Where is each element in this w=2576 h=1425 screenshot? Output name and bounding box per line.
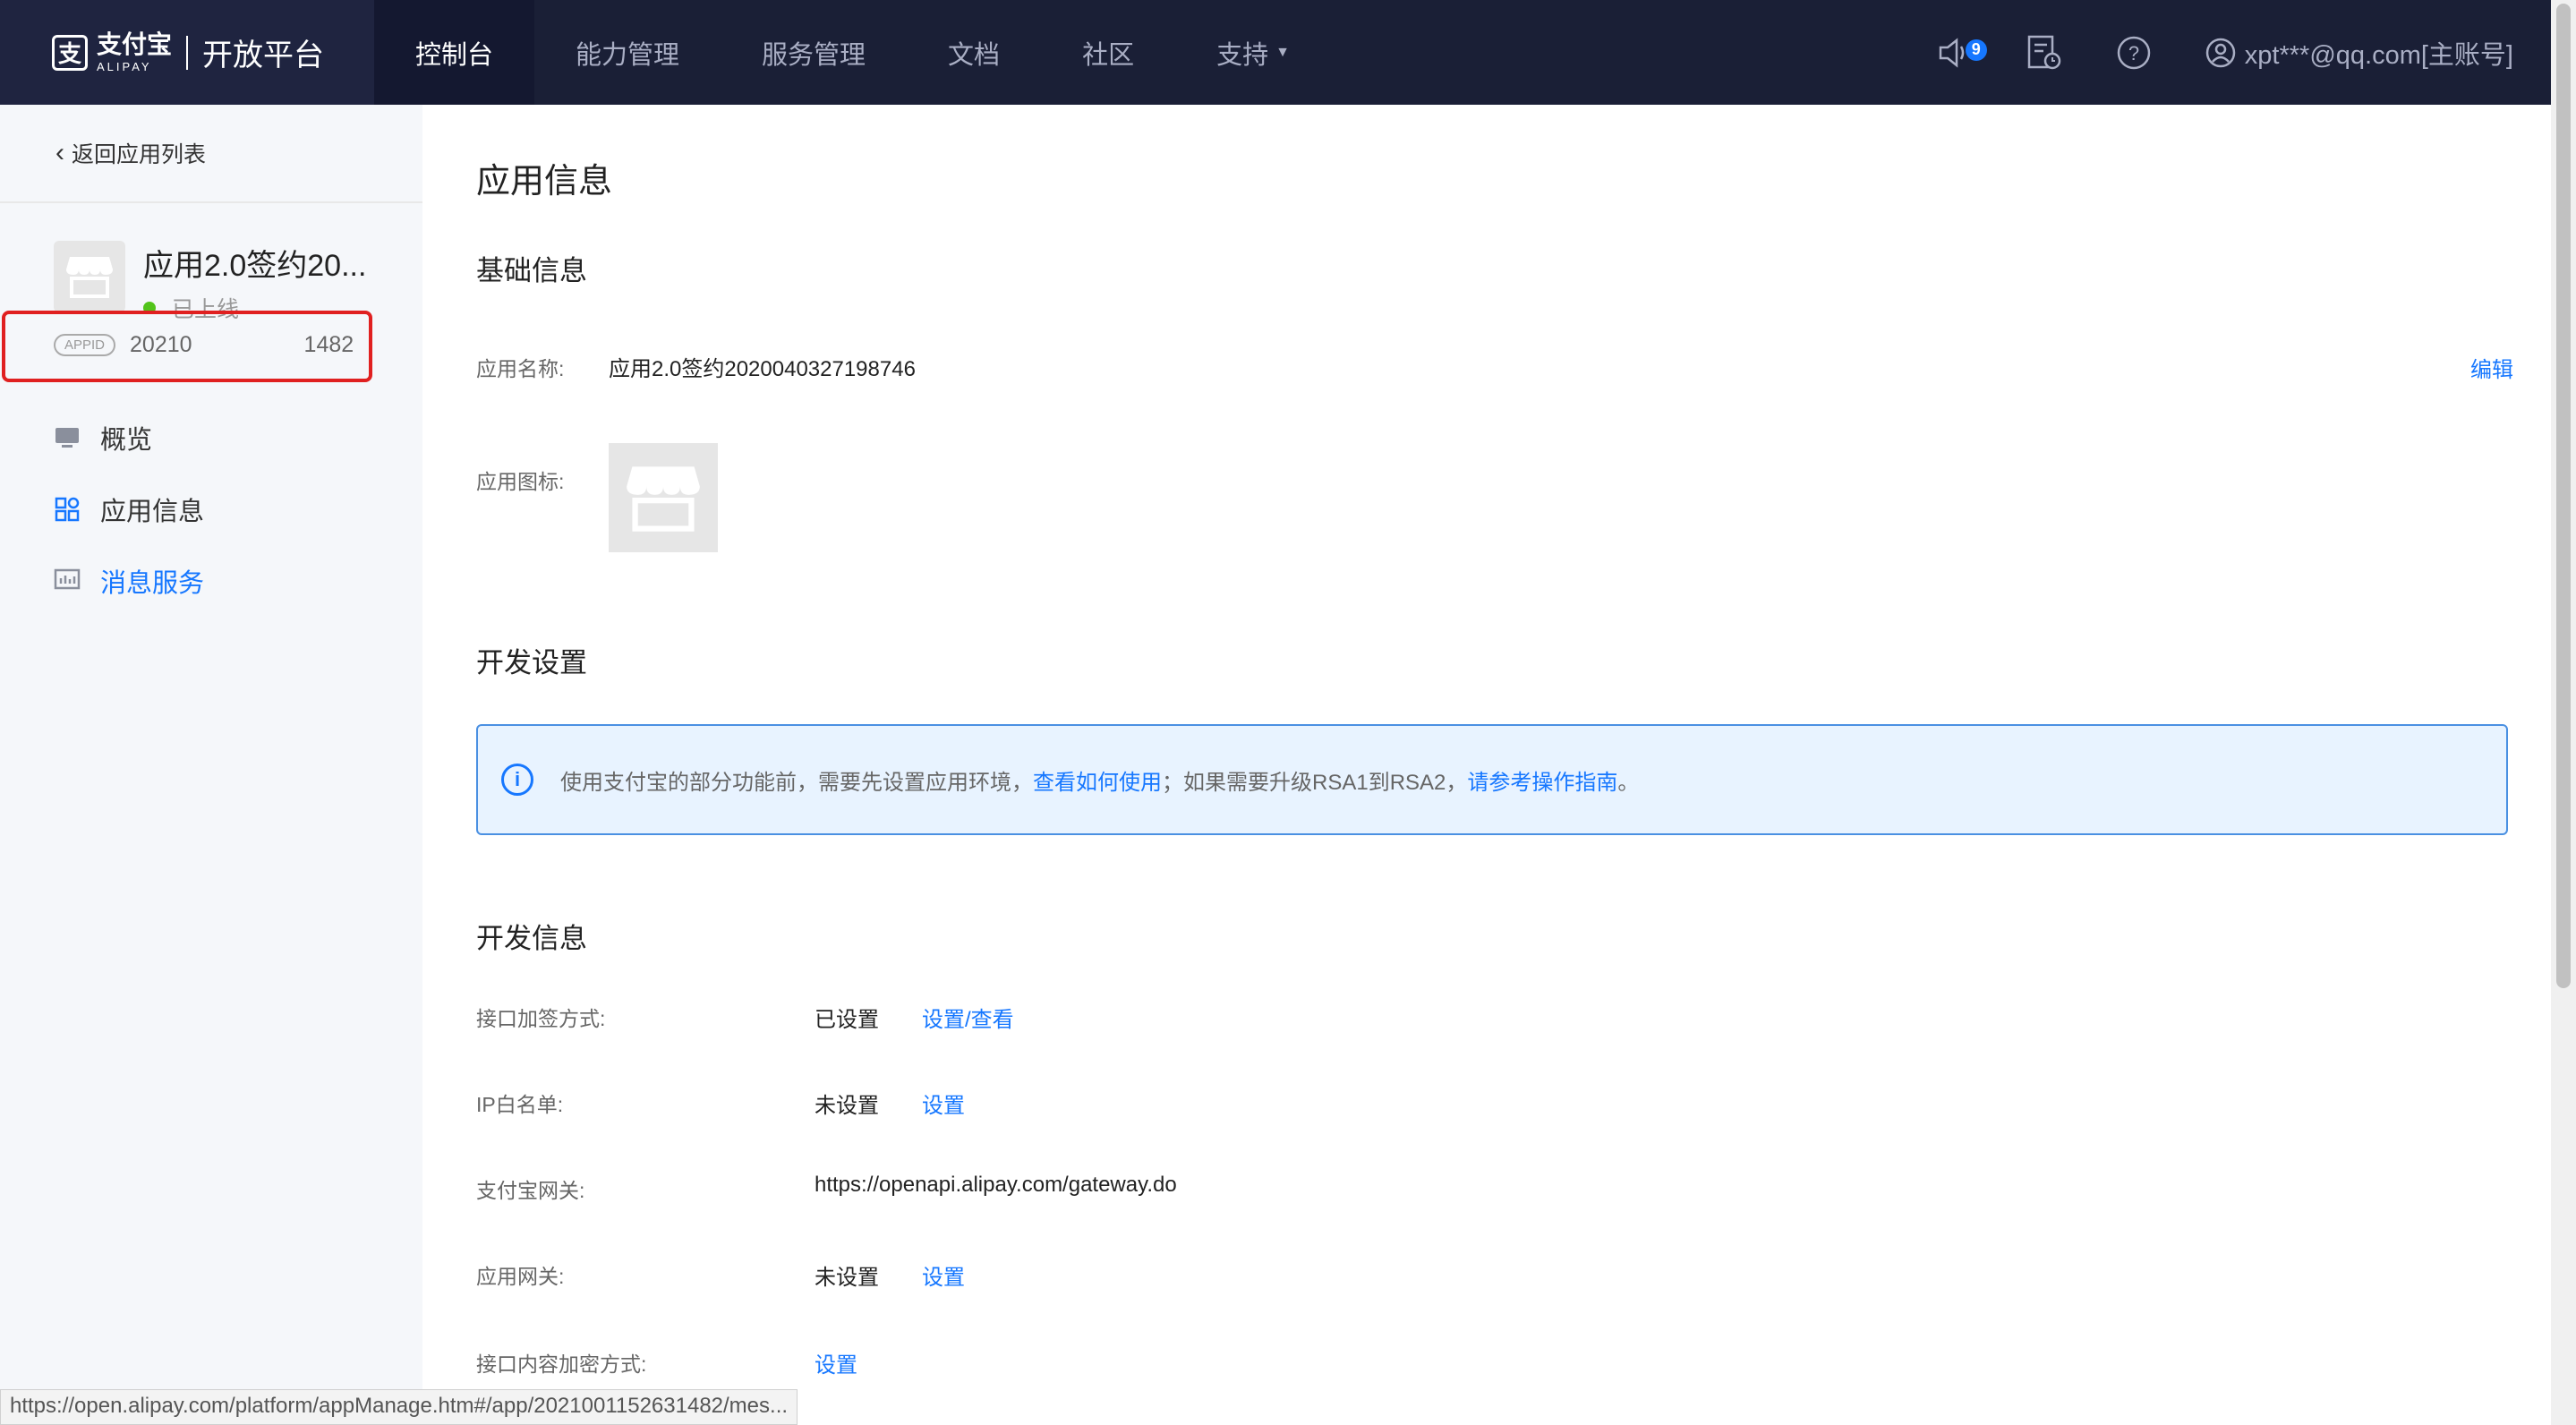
link-status-bar: https://open.alipay.com/platform/appMana… (0, 1389, 798, 1425)
ip-whitelist-set-link[interactable]: 设置 (922, 1088, 965, 1119)
alert-text-1: 使用支付宝的部分功能前，需要先设置应用环境， (560, 770, 1033, 795)
top-nav: 支 支付宝 ALIPAY 开放平台 控制台 能力管理 服务管理 文档 社区 支持… (0, 0, 2551, 105)
ip-whitelist-label: IP白名单: (476, 1093, 564, 1116)
edit-link[interactable]: 编辑 (2470, 352, 2513, 383)
page-title: 应用信息 (476, 163, 613, 201)
main-content: 应用信息 基础信息 应用名称: 应用2.0签约2020040327198746 … (422, 105, 2551, 1425)
info-alert: i 使用支付宝的部分功能前，需要先设置应用环境， 查看如何使用 ；如果需要升级R… (476, 724, 2508, 835)
alert-text-3: 。 (1617, 770, 1640, 795)
alipay-logo-icon: 支 (52, 34, 88, 71)
help-button[interactable]: ? (2116, 35, 2152, 71)
store-icon (54, 241, 125, 312)
help-icon: ? (2117, 36, 2151, 69)
page-scrollbar[interactable] (2551, 0, 2576, 1425)
nav-docs[interactable]: 文档 (907, 0, 1041, 105)
sign-method-set-view-link[interactable]: 设置/查看 (922, 1002, 1014, 1033)
logo-cn-text: 支付宝 (97, 30, 173, 58)
back-to-app-list[interactable]: ‹ 返回应用列表 (0, 105, 422, 203)
alipay-gateway-value: https://openapi.alipay.com/gateway.do (815, 1173, 1177, 1197)
platform-title: 开放平台 (202, 38, 325, 73)
account-label: xpt***@qq.com[主账号] (2244, 40, 2513, 70)
appid-highlight-box (2, 311, 372, 382)
sidebar-item-overview[interactable]: 概览 (0, 402, 422, 474)
sign-method-label: 接口加签方式: (476, 1007, 606, 1030)
nav-community[interactable]: 社区 (1041, 0, 1175, 105)
dev-info-heading: 开发信息 (476, 923, 587, 954)
grid-icon (54, 496, 81, 523)
side-menu: 概览 应用信息 消息服务 (0, 402, 422, 617)
app-name-label: 应用名称: (476, 357, 565, 380)
notification-button[interactable]: 9 (1939, 37, 1987, 68)
app-gateway-value: 未设置 (815, 1266, 879, 1290)
nav-console[interactable]: 控制台 (374, 0, 535, 105)
caret-down-icon: ▼ (1275, 44, 1290, 60)
user-icon (2205, 38, 2236, 67)
nav-capability[interactable]: 能力管理 (534, 0, 721, 105)
info-icon: i (501, 764, 533, 796)
app-gateway-set-link[interactable]: 设置 (922, 1259, 965, 1291)
app-card: 应用2.0签约20... 已上线 (0, 203, 422, 324)
operation-guide-link[interactable]: 请参考操作指南 (1467, 764, 1617, 796)
app-icon-label: 应用图标: (476, 470, 565, 493)
chevron-left-icon: ‹ (55, 138, 64, 167)
sidebar-item-label: 应用信息 (100, 498, 205, 526)
how-to-use-link[interactable]: 查看如何使用 (1033, 764, 1162, 796)
app-name-value: 应用2.0签约2020040327198746 (609, 357, 916, 381)
alert-text-2: ；如果需要升级RSA1到RSA2， (1162, 770, 1468, 795)
main-nav: 控制台 能力管理 服务管理 文档 社区 支持 ▼ (374, 0, 1331, 105)
app-icon-image[interactable] (609, 443, 718, 552)
sidebar: ‹ 返回应用列表 应用2.0签约20... 已上线 APPID 20210 14… (0, 105, 422, 1425)
sidebar-item-message-service[interactable]: 消息服务 (0, 545, 422, 617)
content-encryption-set-link[interactable]: 设置 (815, 1347, 857, 1378)
content-encryption-label: 接口内容加密方式: (476, 1352, 647, 1376)
chart-icon (54, 567, 81, 594)
ip-whitelist-value: 未设置 (815, 1094, 879, 1118)
app-name: 应用2.0签约20... (143, 249, 367, 283)
nav-service[interactable]: 服务管理 (721, 0, 907, 105)
alipay-gateway-label: 支付宝网关: (476, 1179, 585, 1202)
sidebar-item-label: 消息服务 (100, 569, 205, 598)
back-label: 返回应用列表 (72, 142, 207, 167)
logo-divider (186, 35, 189, 70)
sidebar-item-label: 概览 (100, 426, 153, 455)
scrollbar-thumb[interactable] (2556, 4, 2571, 988)
task-button[interactable] (2026, 35, 2062, 71)
sign-method-value: 已设置 (815, 1008, 879, 1032)
svg-text:?: ? (2128, 42, 2139, 64)
monitor-icon (54, 424, 81, 451)
nav-support-label: 支持 (1216, 40, 1269, 70)
alipay-logo[interactable]: 支 支付宝 ALIPAY 开放平台 (0, 0, 374, 105)
logo-en-text: ALIPAY (97, 60, 152, 73)
nav-support[interactable]: 支持 ▼ (1175, 0, 1331, 105)
account-menu[interactable]: xpt***@qq.com[主账号] (2205, 34, 2513, 72)
notification-badge: 9 (1965, 38, 1987, 61)
app-gateway-label: 应用网关: (476, 1265, 565, 1288)
dev-settings-heading: 开发设置 (476, 647, 587, 678)
store-icon (627, 466, 700, 532)
basic-info-heading: 基础信息 (476, 255, 587, 286)
document-clock-icon (2027, 35, 2061, 69)
sidebar-item-app-info[interactable]: 应用信息 (0, 474, 422, 545)
